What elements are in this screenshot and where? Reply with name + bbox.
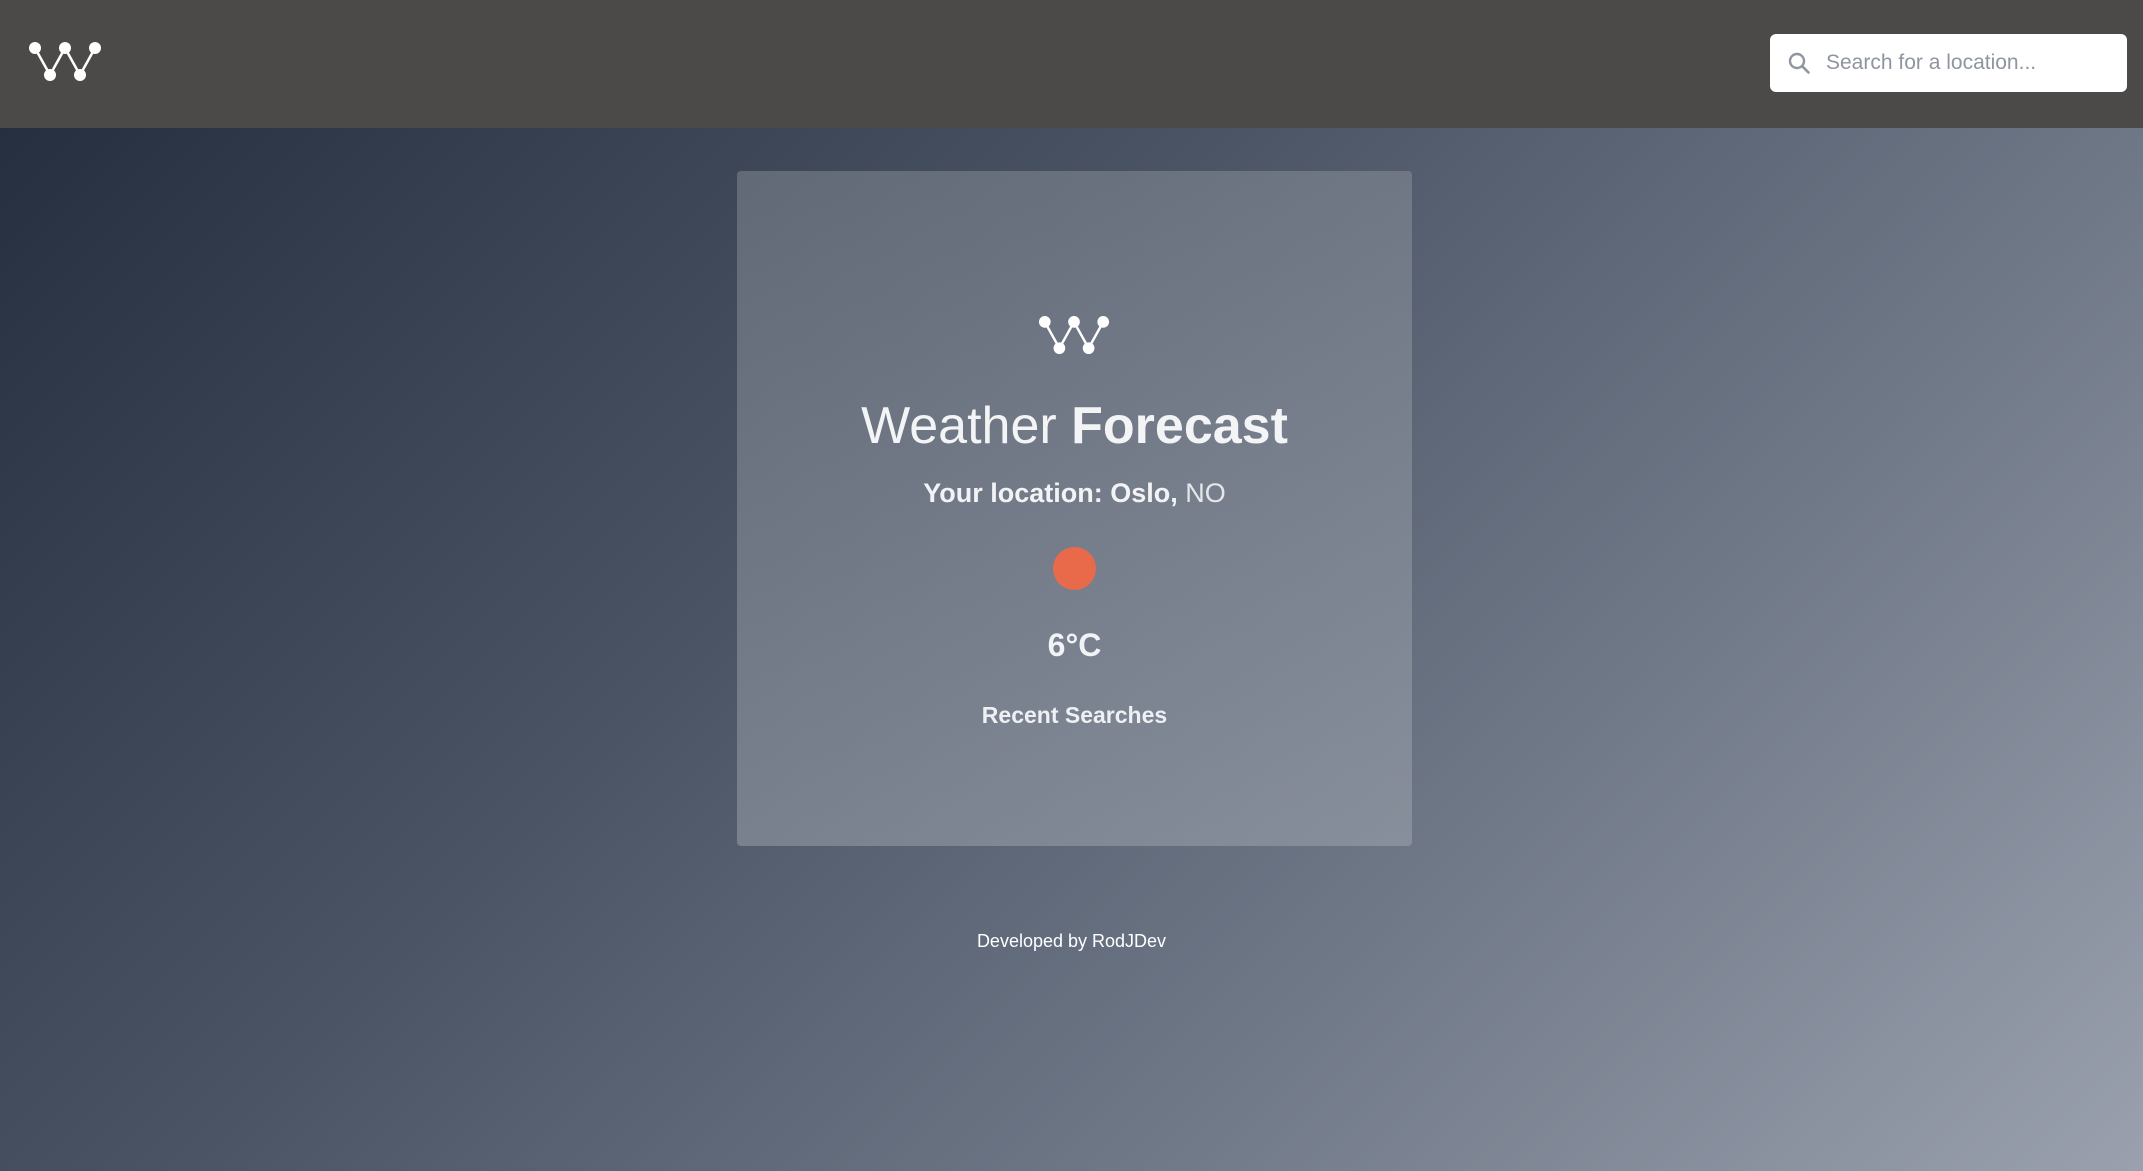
w-constellation-logo-icon bbox=[1038, 316, 1110, 355]
location-city: Oslo, bbox=[1110, 478, 1178, 508]
location-label: Your location: bbox=[923, 478, 1103, 508]
search-icon bbox=[1788, 52, 1810, 74]
footer-credit: Developed by RodJDev bbox=[976, 931, 1167, 951]
search-box[interactable] bbox=[1770, 34, 2127, 92]
title-light-text: Weather bbox=[861, 397, 1057, 455]
current-location: Your location: Oslo, NO bbox=[737, 478, 1412, 509]
weather-card: Weather Forecast Your location: Oslo, NO… bbox=[737, 171, 1412, 846]
location-country: NO bbox=[1185, 478, 1226, 508]
title-bold-text: Forecast bbox=[1071, 397, 1288, 455]
search-input[interactable] bbox=[1826, 34, 2116, 92]
recent-searches-heading: Recent Searches bbox=[981, 702, 1168, 728]
page-title: Weather Forecast bbox=[737, 395, 1412, 457]
top-navbar bbox=[0, 0, 2143, 128]
temperature-value: 6°C bbox=[1047, 627, 1102, 663]
w-constellation-logo-icon[interactable] bbox=[27, 40, 103, 86]
weather-condition-icon bbox=[1053, 547, 1096, 590]
